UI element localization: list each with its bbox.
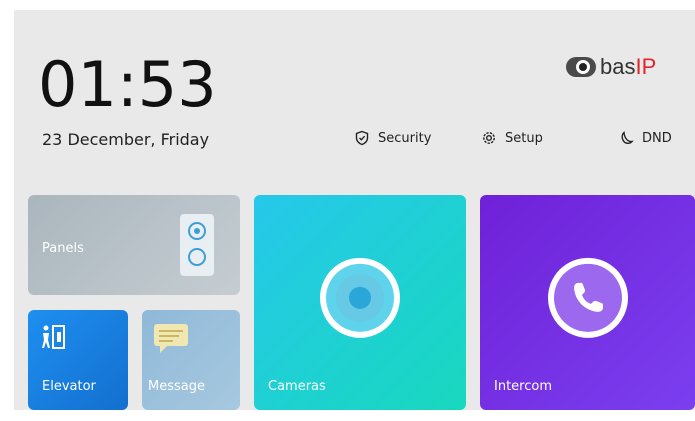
security-button[interactable]: Security [354,130,431,146]
security-label: Security [378,130,432,146]
cameras-tile[interactable]: Cameras [254,195,466,410]
clock-time: 01:53 [38,48,217,121]
clock-date: 23 December, Friday [42,130,210,149]
brand-logo: basIP [566,52,656,82]
setup-button[interactable]: Setup [481,130,543,146]
brand-name-suffix: IP [635,54,657,79]
dnd-button[interactable]: DND [618,130,672,146]
panel-device-icon [180,214,214,276]
elevator-icon [42,325,65,349]
intercom-tile[interactable]: Intercom [480,195,695,410]
elevator-tile[interactable]: Elevator [28,310,128,410]
intercom-label: Intercom [494,379,552,394]
message-label: Message [148,379,205,394]
dnd-label: DND [642,130,672,146]
camera-logo-icon [566,57,596,77]
brand-name-prefix: bas [600,54,636,79]
phone-icon [547,257,628,338]
brand-name: basIP [600,54,656,80]
elevator-label: Elevator [42,379,96,394]
shield-icon [355,130,369,146]
message-icon [154,324,188,353]
camera-icon [320,257,400,338]
cameras-label: Cameras [268,379,326,394]
home-screen: 01:53 23 December, Friday basIP Security… [14,10,695,410]
gear-icon [483,132,495,144]
panels-tile[interactable]: Panels [28,195,240,295]
setup-label: Setup [505,130,543,146]
moon-icon [621,131,634,145]
panels-label: Panels [42,241,84,256]
message-tile[interactable]: Message [142,310,240,410]
